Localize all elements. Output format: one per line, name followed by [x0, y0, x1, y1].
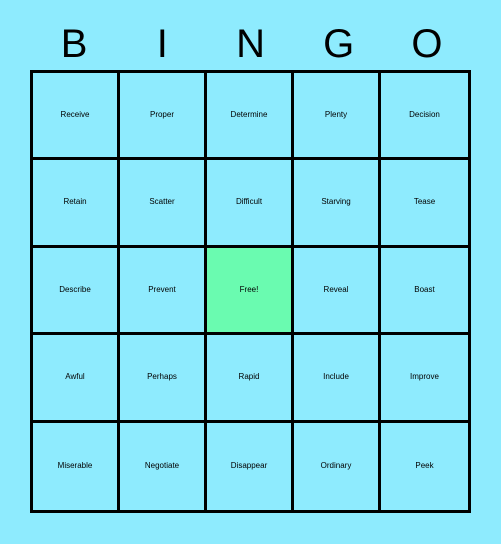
bingo-cell-label: Describe	[59, 284, 91, 294]
bingo-cell-label: Retain	[63, 197, 87, 207]
bingo-cell[interactable]: Difficult	[207, 160, 294, 248]
bingo-cell[interactable]: Proper	[120, 73, 207, 161]
header-letter-i: I	[156, 22, 168, 66]
bingo-cell[interactable]: Tease	[381, 160, 468, 248]
bingo-cell-label: Disappear	[230, 461, 268, 471]
header-letter-g: G	[323, 22, 355, 66]
bingo-cell-label: Proper	[149, 110, 174, 119]
bingo-cell-label: Boast	[414, 284, 435, 294]
bingo-cell[interactable]: Decision	[381, 73, 468, 161]
bingo-cell[interactable]: Prevent	[120, 247, 207, 336]
bingo-cell-free[interactable]: Free!	[207, 247, 294, 336]
bingo-card: B I N G O Receive Proper Determine Plenty De…	[0, 0, 501, 544]
bingo-cell-label: Reveal	[323, 284, 349, 294]
bingo-cell-label: Starving	[321, 197, 351, 207]
bingo-cell-label: Perhaps	[147, 372, 177, 382]
bingo-header: B I N G O	[30, 18, 471, 70]
bingo-cell[interactable]: Include	[294, 335, 381, 423]
bingo-cell[interactable]: Starving	[294, 160, 381, 248]
header-letter-b: B	[60, 22, 88, 66]
bingo-cell[interactable]: Miserable	[33, 422, 120, 510]
header-letter-o: O	[411, 22, 443, 66]
bingo-cell-label: Determine	[230, 110, 268, 119]
bingo-cell-label: Include	[323, 372, 349, 382]
bingo-cell[interactable]: Improve	[381, 335, 468, 423]
bingo-grid: Receive Proper Determine Plenty Decision Reta…	[30, 70, 471, 513]
bingo-cell-label: Negotiate	[144, 461, 180, 471]
header-letter-n: N	[236, 22, 265, 66]
bingo-cell-label: Awful	[65, 372, 85, 382]
bingo-cell-label: Free!	[239, 284, 259, 294]
bingo-cell-label: Plenty	[324, 110, 348, 119]
bingo-cell[interactable]: Retain	[33, 160, 120, 248]
bingo-cell-label: Peek	[415, 461, 434, 471]
bingo-cell-label: Improve	[410, 372, 439, 382]
bingo-cell[interactable]: Reveal	[294, 247, 381, 336]
bingo-cell-label: Rapid	[238, 372, 260, 382]
bingo-cell-label: Scatter	[149, 197, 175, 207]
bingo-cell[interactable]: Awful	[33, 335, 120, 423]
bingo-cell[interactable]: Receive	[33, 73, 120, 161]
bingo-cell-label: Decision	[409, 110, 440, 119]
bingo-cell[interactable]: Peek	[381, 422, 468, 510]
bingo-cell[interactable]: Plenty	[294, 73, 381, 161]
bingo-cell[interactable]: Ordinary	[294, 422, 381, 510]
bingo-cell[interactable]: Disappear	[207, 422, 294, 510]
bingo-cell-label: Receive	[60, 110, 90, 119]
bingo-cell[interactable]: Determine	[207, 73, 294, 161]
bingo-cell-label: Miserable	[57, 461, 93, 471]
bingo-cell-label: Tease	[413, 197, 436, 207]
bingo-cell[interactable]: Perhaps	[120, 335, 207, 423]
bingo-cell[interactable]: Negotiate	[120, 422, 207, 510]
bingo-cell[interactable]: Boast	[381, 247, 468, 336]
bingo-cell[interactable]: Scatter	[120, 160, 207, 248]
bingo-cell[interactable]: Rapid	[207, 335, 294, 423]
bingo-cell-label: Prevent	[148, 284, 176, 294]
bingo-cell[interactable]: Describe	[33, 247, 120, 336]
bingo-cell-label: Difficult	[235, 197, 263, 207]
bingo-cell-label: Ordinary	[320, 461, 352, 471]
